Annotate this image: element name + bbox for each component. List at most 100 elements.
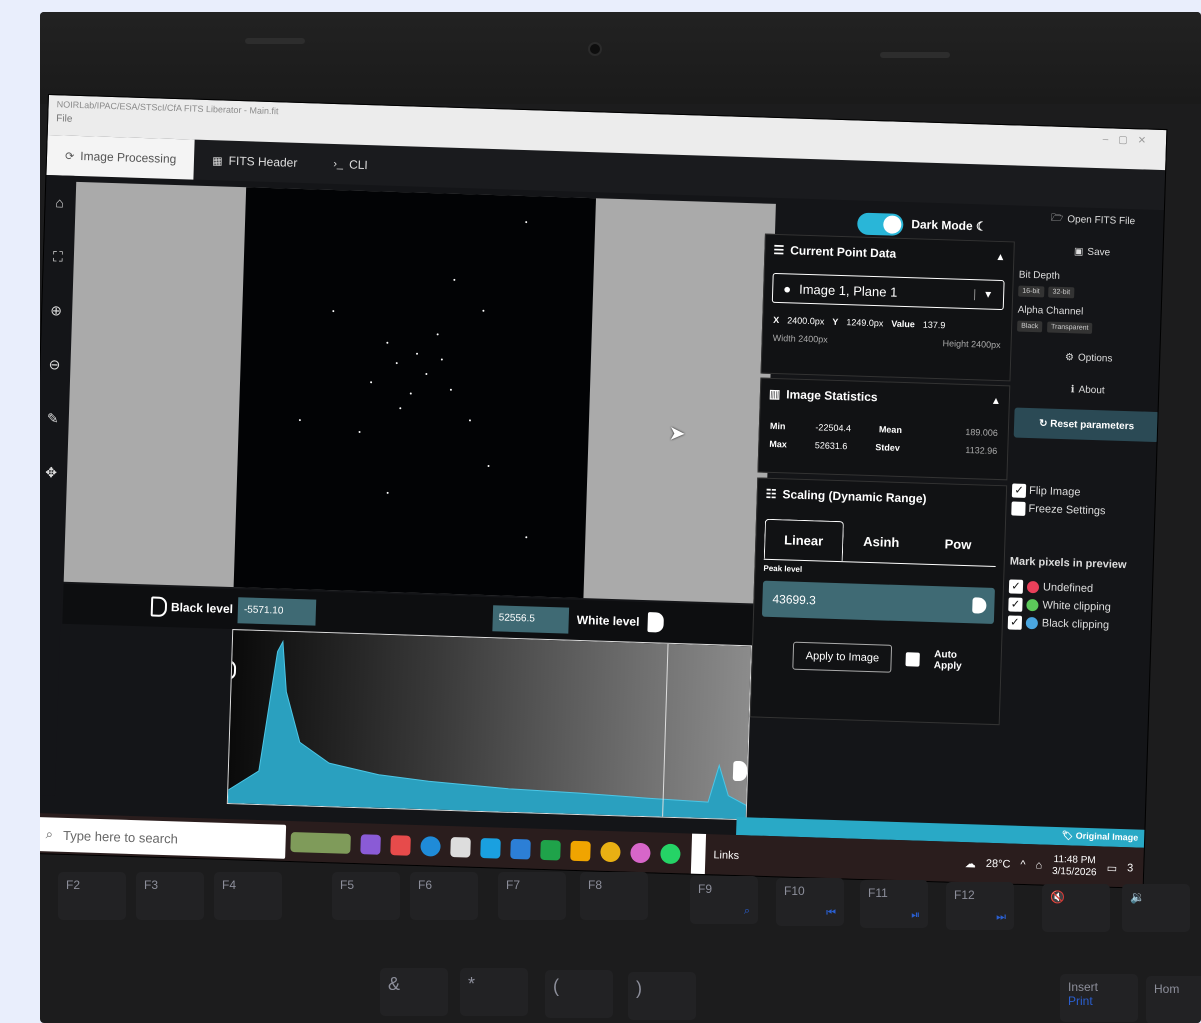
flip-image-checkbox[interactable]: ✓ xyxy=(1011,483,1027,498)
key-f3: F3 xyxy=(136,872,204,920)
previous-track-icon: ⏮ xyxy=(826,907,836,919)
sliders-icon: ☷ xyxy=(765,486,777,502)
key-f11: F11 ⏯ xyxy=(860,880,928,928)
tab-cli[interactable]: ›_ CLI xyxy=(315,143,387,185)
tag-icon: 🏷 xyxy=(1061,830,1074,841)
black-level-label: Black level xyxy=(170,600,234,617)
eyedropper-icon[interactable]: ✎ xyxy=(40,391,68,446)
alpha-options: Black Transparent xyxy=(1017,320,1162,337)
panel-title: Image Statistics xyxy=(786,387,878,405)
key-f5: F5 xyxy=(332,872,400,920)
image-processing-icon: ⟳ xyxy=(64,150,75,163)
home-icon[interactable]: ⌂ xyxy=(45,175,75,230)
chrome-icon[interactable] xyxy=(600,841,621,863)
copilot-icon[interactable] xyxy=(360,834,381,855)
peak-level-slider[interactable]: 43699.3 xyxy=(761,580,995,624)
screen: NOIRLab/IPAC/ESA/STScI/CfA FITS Liberato… xyxy=(40,94,1168,889)
scaling-panel: ☷ Scaling (Dynamic Range) Linear Asinh P… xyxy=(749,477,1008,726)
key-f7: F7 xyxy=(498,872,566,920)
undefined-checkbox[interactable]: ✓ xyxy=(1008,579,1024,594)
key-f10: F10 ⏮ xyxy=(776,878,844,926)
current-point-header[interactable]: ☰ Current Point Data ▲ xyxy=(765,235,1014,273)
scaling-option-pow[interactable]: Pow xyxy=(919,524,997,566)
peak-level-label: Peak level xyxy=(763,563,803,574)
pick-tool-icon[interactable]: ✥ xyxy=(40,445,66,500)
scaling-option-asinh[interactable]: Asinh xyxy=(842,521,920,563)
black-level-flag-icon[interactable] xyxy=(150,596,168,617)
alpha-black-option[interactable]: Black xyxy=(1017,320,1043,333)
store-icon[interactable] xyxy=(480,837,501,859)
search-icon: ⌕ xyxy=(743,905,750,917)
alpha-transparent-option[interactable]: Transparent xyxy=(1046,321,1093,334)
plane-select[interactable]: ● Image 1, Plane 1 ▼ xyxy=(771,272,1005,311)
fit-screen-icon[interactable]: ⛶ xyxy=(43,229,73,284)
reset-parameters-button[interactable]: ↻ Reset parameters xyxy=(1013,407,1160,443)
white-clipping-option[interactable]: ✓ White clipping xyxy=(1008,597,1153,616)
chevron-up-icon[interactable]: ▲ xyxy=(995,251,1005,262)
about-button[interactable]: ℹ About xyxy=(1015,376,1161,405)
black-clipping-checkbox[interactable]: ✓ xyxy=(1007,615,1023,630)
undefined-option[interactable]: ✓ Undefined xyxy=(1008,579,1154,598)
chevron-up-icon[interactable]: ▲ xyxy=(991,395,1001,406)
keyboard: F2 F3 F4 F5 F6 F7 F8 F9 ⌕ F10 ⏮ F11 ⏯ F12 ⏭ … xyxy=(40,862,1201,1023)
key-f4: F4 xyxy=(214,872,282,920)
auto-apply-checkbox[interactable] xyxy=(905,652,921,667)
save-button[interactable]: ▣ Save xyxy=(1019,238,1165,267)
zoom-in-icon[interactable]: ⊕ xyxy=(41,283,71,338)
key-paren-right: ) xyxy=(628,972,696,1020)
white-clipping-checkbox[interactable]: ✓ xyxy=(1008,597,1023,612)
white-clipping-color-icon xyxy=(1026,598,1039,612)
bit-16-option[interactable]: 16-bit xyxy=(1018,285,1044,298)
next-track-icon: ⏭ xyxy=(996,911,1006,923)
open-fits-file-button[interactable]: 🗁 Open FITS File xyxy=(1020,206,1166,235)
tab-label: CLI xyxy=(348,157,368,173)
key-insert: Insert Print xyxy=(1060,974,1138,1022)
histogram[interactable] xyxy=(226,629,753,821)
key-f8: F8 xyxy=(580,872,648,920)
image-preview[interactable]: ➤ xyxy=(63,181,776,604)
messenger-icon[interactable] xyxy=(630,842,651,864)
recycle-icon[interactable] xyxy=(450,837,471,858)
key-asterisk: * xyxy=(460,968,528,1016)
scaling-option-linear[interactable]: Linear xyxy=(763,518,844,562)
tab-image-processing[interactable]: ⟳ Image Processing xyxy=(46,135,195,180)
search-icon: ⌕ xyxy=(45,826,54,842)
freeze-settings-option[interactable]: Freeze Settings xyxy=(1011,501,1156,520)
mark-pixels-header: Mark pixels in preview xyxy=(1009,555,1127,572)
tab-fits-header[interactable]: ▦ FITS Header xyxy=(194,140,316,184)
auto-apply-label: Auto Apply xyxy=(933,649,962,672)
freeze-settings-checkbox[interactable] xyxy=(1011,501,1026,516)
bit-32-option[interactable]: 32-bit xyxy=(1048,286,1075,299)
app-icon-yellow[interactable] xyxy=(570,840,591,862)
statistics-header[interactable]: ▥ Image Statistics ▲ xyxy=(760,379,1009,417)
bit-depth-label: Bit Depth xyxy=(1018,269,1061,282)
right-sidebar: 🗁 Open FITS File ▣ Save Bit Depth 16-bit 3… xyxy=(1007,206,1166,634)
folder-icon: 🗁 xyxy=(1050,212,1064,224)
undefined-color-icon xyxy=(1026,580,1040,594)
bezel-top xyxy=(40,12,1201,104)
volume-icon: 🔉 xyxy=(1130,890,1145,904)
webcam-icon xyxy=(588,42,602,56)
key-f9: F9 ⌕ xyxy=(690,876,758,924)
zoom-out-icon[interactable]: ⊖ xyxy=(40,337,69,392)
laptop-photo: NOIRLab/IPAC/ESA/STScI/CfA FITS Liberato… xyxy=(40,12,1201,1023)
black-clipping-option[interactable]: ✓ Black clipping xyxy=(1007,615,1153,634)
dark-mode-label: Dark Mode ☾ xyxy=(911,217,987,234)
links-label[interactable]: Links xyxy=(713,849,739,862)
white-level-flag-icon[interactable] xyxy=(647,612,665,633)
options-button[interactable]: ⚙ Options xyxy=(1016,344,1162,373)
excel-icon[interactable] xyxy=(540,839,561,861)
app-icon-red[interactable] xyxy=(390,835,411,856)
window-controls[interactable]: –▢✕ xyxy=(1103,134,1157,147)
taskbar-search[interactable]: ⌕ Type here to search xyxy=(40,816,287,859)
dark-mode-toggle[interactable] xyxy=(856,212,904,236)
plane-dot-icon: ● xyxy=(783,280,792,296)
peak-level-knob[interactable] xyxy=(972,597,987,614)
flip-image-option[interactable]: ✓ Flip Image xyxy=(1011,483,1157,502)
black-level-input[interactable]: -5571.10 xyxy=(237,597,317,626)
edge-icon[interactable] xyxy=(420,836,441,857)
apply-to-image-button[interactable]: Apply to Image xyxy=(792,641,893,673)
white-level-input[interactable]: 52556.5 xyxy=(492,605,570,634)
mail-icon[interactable] xyxy=(510,838,531,860)
bar-chart-icon: ▥ xyxy=(768,386,781,402)
